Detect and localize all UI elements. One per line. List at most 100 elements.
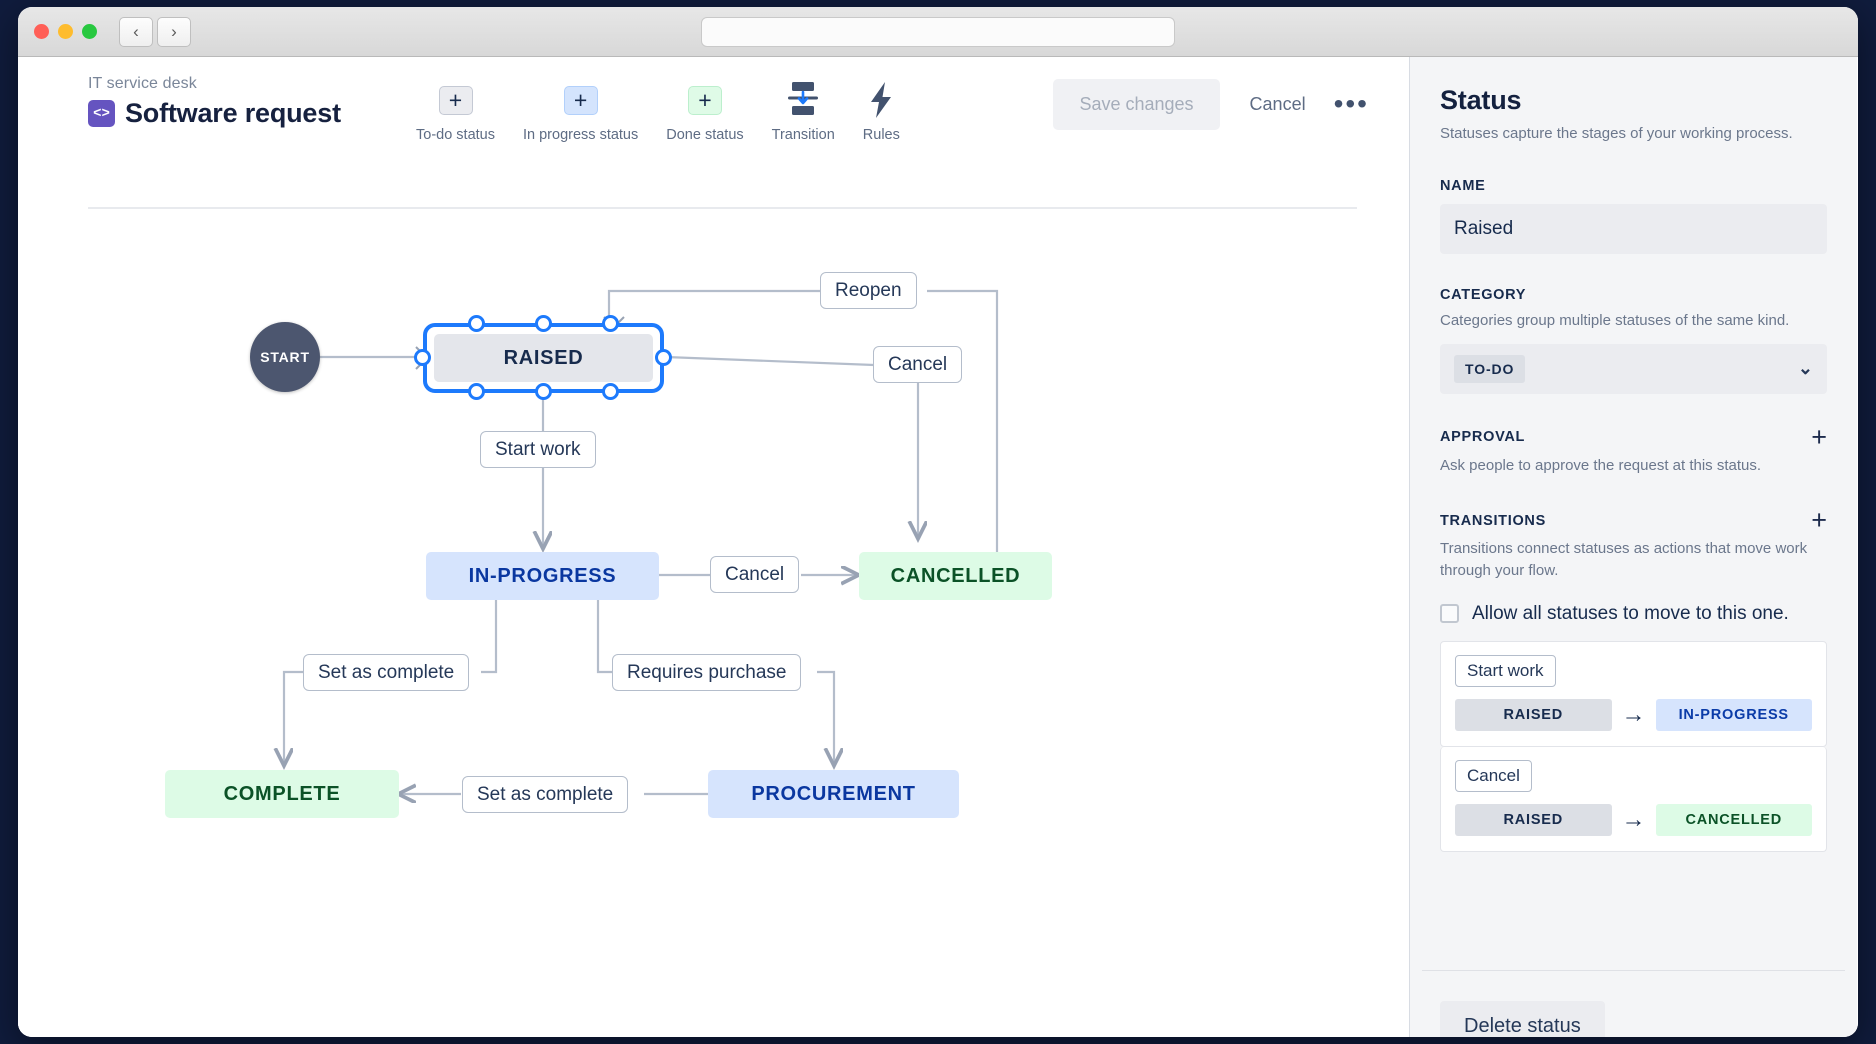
start-node-label: START [260,349,310,365]
back-button[interactable]: ‹ [119,17,153,47]
allow-all-statuses-row[interactable]: Allow all statuses to move to this one. [1440,603,1827,625]
status-node-procurement[interactable]: PROCUREMENT [708,770,959,818]
nav-buttons: ‹ › [119,17,191,47]
allow-all-statuses-checkbox[interactable] [1440,604,1459,623]
add-approval-button[interactable]: + [1811,427,1827,449]
address-bar[interactable] [701,17,1175,47]
transition-label-text: Reopen [835,280,902,302]
approval-section-label: APPROVAL [1440,429,1525,445]
workflow-header: IT service desk <> Software request + To… [18,57,1409,157]
delete-status-button[interactable]: Delete status [1440,1001,1605,1037]
toolbar-label: Done status [666,127,743,143]
category-value-badge: TO-DO [1454,355,1525,383]
toolbar-icon-wrap [865,79,897,121]
transition-to-status: CANCELLED [1656,804,1813,836]
transition-card[interactable]: Cancel RAISED → CANCELLED [1440,747,1827,852]
status-node-label: COMPLETE [224,783,341,806]
allow-all-statuses-label: Allow all statuses to move to this one. [1472,603,1789,625]
workflow-edges [18,157,1409,1037]
status-details-panel: Status Statuses capture the stages of yo… [1410,57,1857,1037]
resize-handle-bottom-right[interactable] [602,383,619,400]
browser-window: ‹ › IT service desk <> Software request [18,7,1858,1037]
toolbar-label: In progress status [523,127,638,143]
transition-name[interactable]: Cancel [1455,760,1532,792]
resize-handle-middle-right[interactable] [655,349,672,366]
more-options-icon[interactable]: ••• [1326,96,1409,113]
transition-card[interactable]: Start work RAISED → IN-PROGRESS [1440,641,1827,747]
toolbar-item-done-status[interactable]: + Done status [652,79,757,143]
transition-label-text: Cancel [725,564,784,586]
status-node-in-progress[interactable]: IN-PROGRESS [426,552,659,600]
toolbar-label: Transition [772,127,835,143]
resize-handle-bottom-left[interactable] [468,383,485,400]
resize-handle-top-left[interactable] [468,315,485,332]
status-node-cancelled[interactable]: CANCELLED [859,552,1052,600]
transition-label-text: Set as complete [318,662,454,684]
toolbar-icon-wrap: + [688,79,722,121]
plus-icon: + [688,86,722,115]
arrow-right-icon: → [1622,703,1646,727]
transition-label-requires-purchase[interactable]: Requires purchase [612,654,801,691]
toolbar-icon-wrap: + [564,79,598,121]
traffic-lights [34,24,97,39]
transition-label-text: Start work [495,439,581,461]
chevron-right-icon: › [171,23,177,40]
transitions-list: Start work RAISED → IN-PROGRESS Cancel R… [1440,641,1827,852]
app-body: IT service desk <> Software request + To… [18,57,1858,1037]
transition-label-reopen[interactable]: Reopen [820,272,917,309]
transition-label-text: Cancel [888,354,947,376]
transition-flow: RAISED → CANCELLED [1455,804,1812,836]
status-node-label: PROCUREMENT [751,783,915,806]
zoom-window-icon[interactable] [82,24,97,39]
resize-handle-bottom-center[interactable] [535,383,552,400]
status-node-label: RAISED [504,347,584,370]
category-section-label: CATEGORY [1440,287,1827,303]
start-node[interactable]: START [250,322,320,392]
forward-button[interactable]: › [157,17,191,47]
save-changes-button[interactable]: Save changes [1053,79,1219,130]
status-name-input[interactable]: Raised [1440,204,1827,254]
close-window-icon[interactable] [34,24,49,39]
page-title: Software request [125,98,341,129]
plus-icon: + [564,86,598,115]
arrow-right-icon: → [1622,808,1646,832]
panel-subtitle: Statuses capture the stages of your work… [1440,123,1827,145]
workflow-canvas[interactable]: START RAISED [18,157,1409,1037]
panel-title: Status [1440,85,1827,116]
transition-label-cancel-from-raised[interactable]: Cancel [873,346,962,383]
toolbar-item-todo-status[interactable]: + To-do status [402,79,509,143]
project-code-icon: <> [88,100,115,127]
resize-handle-middle-left[interactable] [414,349,431,366]
transition-label-text: Requires purchase [627,662,786,684]
status-node-raised[interactable]: RAISED [434,334,653,382]
toolbar-item-rules[interactable]: Rules [849,79,914,143]
transition-from-status: RAISED [1455,699,1612,731]
toolbar-item-in-progress-status[interactable]: + In progress status [509,79,652,143]
approval-section-header: APPROVAL + [1440,427,1827,449]
transition-label-set-as-complete-from-procurement[interactable]: Set as complete [462,776,628,813]
category-select[interactable]: TO-DO ⌄ [1440,344,1827,394]
status-node-label: IN-PROGRESS [469,565,617,588]
screen-root: ‹ › IT service desk <> Software request [0,0,1876,1044]
name-section-label: NAME [1440,178,1827,194]
toolbar-label: To-do status [416,127,495,143]
status-node-complete[interactable]: COMPLETE [165,770,399,818]
plus-icon: + [439,86,473,115]
breadcrumb[interactable]: IT service desk [88,75,341,93]
toolbar-item-transition[interactable]: Transition [758,79,849,143]
transitions-help-text: Transitions connect statuses as actions … [1440,538,1827,582]
transition-label-start-work[interactable]: Start work [480,431,596,468]
transition-label-set-as-complete-from-in-progress[interactable]: Set as complete [303,654,469,691]
minimize-window-icon[interactable] [58,24,73,39]
chevron-down-icon: ⌄ [1798,358,1813,379]
transition-from-status: RAISED [1455,804,1612,836]
add-transition-button[interactable]: + [1811,510,1827,532]
transition-name[interactable]: Start work [1455,655,1556,687]
resize-handle-top-center[interactable] [535,315,552,332]
transitions-section-label: TRANSITIONS [1440,513,1546,529]
cancel-button[interactable]: Cancel [1220,94,1326,115]
resize-handle-top-right[interactable] [602,315,619,332]
transition-label-cancel-from-in-progress[interactable]: Cancel [710,556,799,593]
chevron-left-icon: ‹ [133,23,139,40]
transition-icon [785,80,821,120]
